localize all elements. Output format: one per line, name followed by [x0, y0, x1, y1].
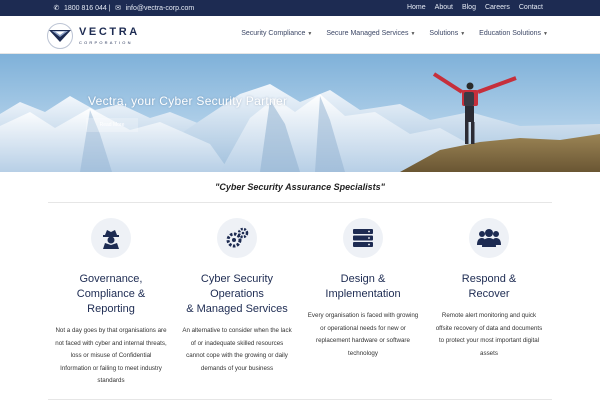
main-nav: Security Compliance ▼ Secure Managed Serv… — [241, 30, 548, 37]
tagline: "Cyber Security Assurance Specialists" — [215, 182, 385, 192]
feature-cyber-operations: Cyber Security Operations & Managed Serv… — [174, 218, 300, 388]
top-link-blog[interactable]: Blog — [462, 4, 476, 11]
feature-respond-recover: Respond & Recover Remote alert monitorin… — [426, 218, 552, 388]
top-link-about[interactable]: About — [435, 4, 453, 11]
feature-title[interactable]: Governance, Compliance & Reporting — [77, 272, 145, 317]
hero-title: Vectra, your Cyber Security Partner — [88, 94, 288, 108]
email-link[interactable]: info@vectra-corp.com — [126, 5, 195, 12]
phone-icon: ✆ — [53, 5, 60, 12]
top-link-contact[interactable]: Contact — [519, 4, 543, 11]
spy-icon[interactable] — [91, 218, 131, 258]
top-link-careers[interactable]: Careers — [485, 4, 510, 11]
logo-name: VECTRA — [79, 26, 140, 38]
feature-governance: Governance, Compliance & Reporting Not a… — [48, 218, 174, 388]
top-link-home[interactable]: Home — [407, 4, 426, 11]
nav-secure-managed-services[interactable]: Secure Managed Services ▼ — [326, 30, 415, 37]
nav-education-solutions[interactable]: Education Solutions ▼ — [479, 30, 548, 37]
chevron-down-icon: ▼ — [460, 31, 466, 37]
users-icon[interactable] — [469, 218, 509, 258]
main-header: VECTRA CORPORATION Security Compliance ▼ … — [0, 16, 600, 54]
feature-description: Not a day goes by that organisations are… — [55, 327, 167, 384]
feature-title[interactable]: Cyber Security Operations & Managed Serv… — [186, 272, 288, 317]
chevron-down-icon: ▼ — [307, 31, 313, 37]
phone-number[interactable]: 1800 816 044 | — [64, 5, 111, 12]
read-more-button[interactable]: Read More — [86, 118, 138, 132]
feature-columns: Governance, Compliance & Reporting Not a… — [48, 218, 552, 388]
contact-info: ✆ 1800 816 044 | ✉ info@vectra-corp.com — [53, 4, 195, 13]
nav-security-compliance[interactable]: Security Compliance ▼ — [241, 30, 312, 37]
top-bar: ✆ 1800 816 044 | ✉ info@vectra-corp.com … — [0, 0, 600, 16]
feature-description: Remote alert monitoring and quick offsit… — [435, 312, 543, 357]
feature-title[interactable]: Design & Implementation — [325, 272, 400, 302]
feature-title[interactable]: Respond & Recover — [462, 272, 516, 302]
feature-design-implementation: Design & Implementation Every organisati… — [300, 218, 426, 388]
vectra-logo[interactable]: VECTRA CORPORATION — [47, 23, 140, 49]
envelope-icon: ✉ — [115, 5, 122, 12]
hero-mountain-image — [0, 54, 600, 172]
feature-description: Every organisation is faced with growing… — [307, 312, 419, 357]
chevron-down-icon: ▼ — [410, 31, 416, 37]
gears-icon[interactable] — [217, 218, 257, 258]
hero-banner: Vectra, your Cyber Security Partner Read… — [0, 54, 600, 172]
feature-description: An alternative to consider when the lack… — [182, 327, 292, 372]
chevron-down-icon: ▼ — [543, 31, 548, 37]
top-links: Home About Blog Careers Contact — [407, 4, 543, 11]
logo-emblem-icon — [47, 23, 73, 49]
nav-solutions[interactable]: Solutions ▼ — [429, 30, 465, 37]
logo-subtitle: CORPORATION — [79, 40, 133, 45]
server-icon[interactable] — [343, 218, 383, 258]
section-divider — [48, 202, 552, 203]
